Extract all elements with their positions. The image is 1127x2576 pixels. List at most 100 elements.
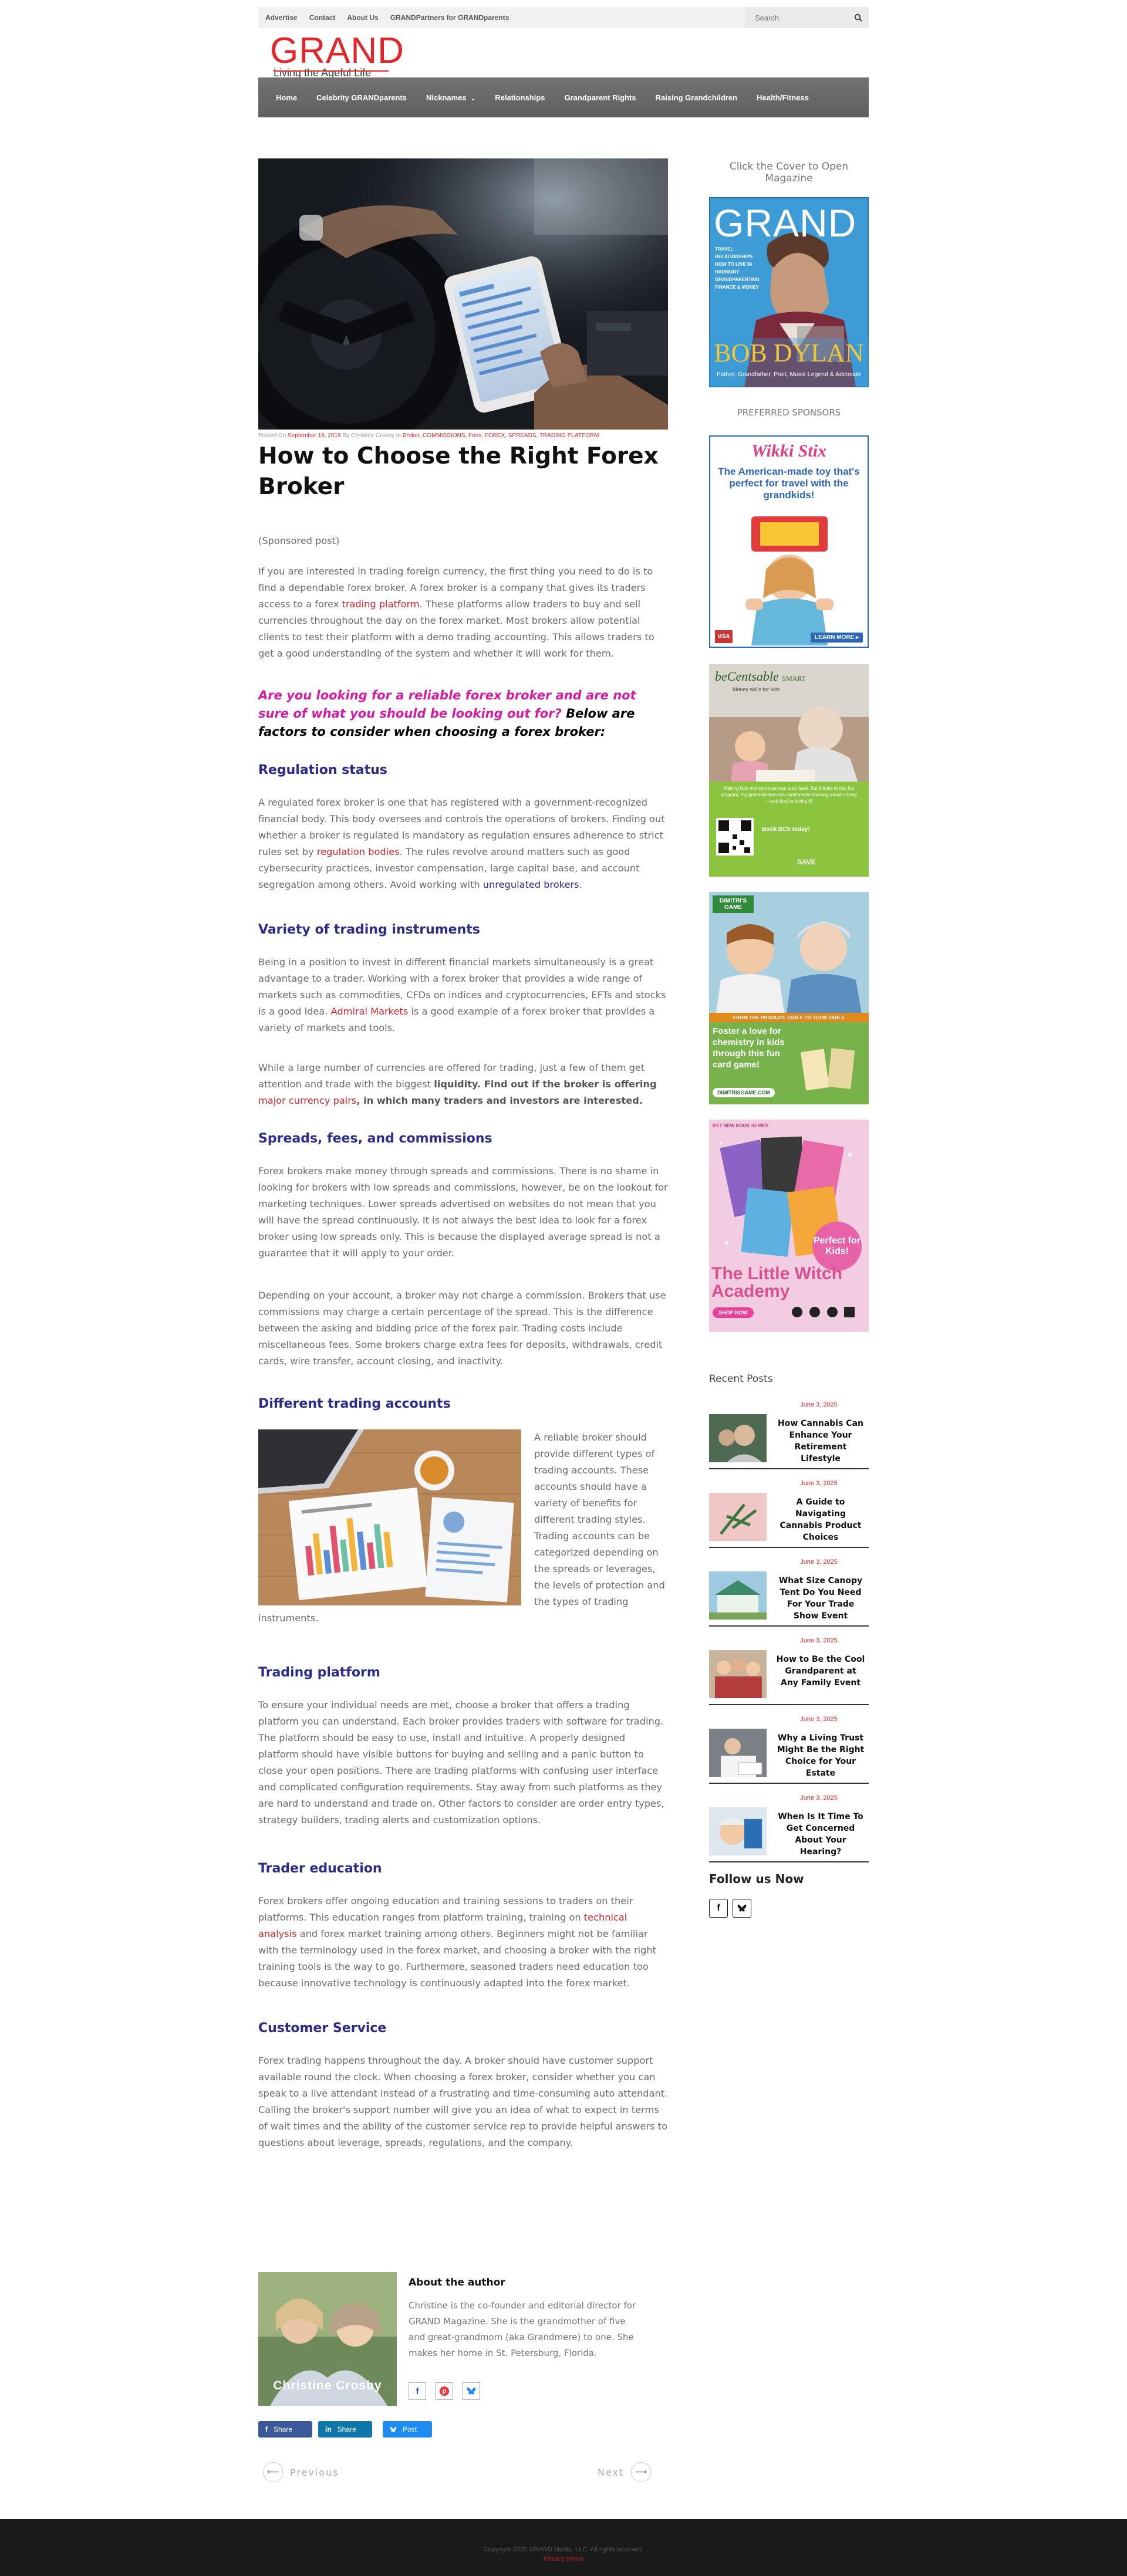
recent-post-title[interactable]: A Guide to Navigating Cannabis Product C… [775,1496,866,1543]
search-input[interactable] [745,7,846,28]
ad-dimitris-brand: DIMITRI'S GAME [713,895,754,913]
search-box [745,7,869,28]
site-footer: Copyright 2025 GRAND Media, LLC. All rig… [0,2519,1127,2576]
cover-item: HOW TO LIVE IN HARMONY [715,262,752,275]
ad-dimitris-game[interactable]: DIMITRI'S GAME FROM THE PRODUCE TABLE TO… [709,892,869,1104]
author-photo: Christine Crosby [258,2272,397,2406]
magazine-cover[interactable]: GRAND TRAVEL RELATIONSHIPS HOW TO LIVE I… [709,197,869,387]
author-heading: About the author [409,2277,505,2288]
facebook-share-button[interactable]: f Share [258,2421,312,2438]
ad-centsable-brand: beCentsable SMART [715,669,806,684]
education-text-b: and forex market training among others. … [258,1928,656,1989]
ad-dimitris-url[interactable]: DIMITRISGAME.COM [713,1088,775,1097]
nav-health-fitness[interactable]: Health/Fitness [757,93,809,102]
regulation-text-c: . [579,879,582,890]
ad-little-witch-academy[interactable]: GET NEW BOOK SERIES Perfect for Kids! Th… [709,1120,869,1332]
recent-post-title[interactable]: How Cannabis Can Enhance Your Retirement… [775,1418,866,1465]
meta-prefix: Posted On [258,432,286,439]
author-bio: Christine is the co-founder and editoria… [409,2300,636,2358]
recent-post-title[interactable]: What Size Canopy Tent Do You Need For Yo… [775,1575,866,1622]
facebook-follow-button[interactable]: f [709,1899,728,1918]
arrow-left-icon: ⟵ [263,2462,283,2482]
ad-wikki-usa-badge: USA [715,630,733,643]
cover-item: TRAVEL [715,246,734,252]
author-facebook-link[interactable]: f [409,2382,426,2400]
about-us-link[interactable]: About Us [347,13,378,22]
recent-post-thumbnail [709,1807,767,1855]
instruments-paragraph: Being in a position to invest in differe… [258,954,668,1036]
author-pinterest-link[interactable]: p [436,2382,453,2400]
admiral-markets-link[interactable]: Admiral Markets [331,1006,409,1017]
recent-post-thumbnail [709,1729,767,1777]
recent-post[interactable]: June 3, 2025 Why a Living Trust Might Be… [709,1716,869,1784]
linkedin-share-label: Share [337,2425,356,2433]
cover-name: BOB DYLAN [714,339,864,367]
ad-centsable-save: SAVE [797,858,816,866]
recent-post-thumbnail [709,1571,767,1620]
nav-raising-grandchildren[interactable]: Raising Grandchildren [656,93,737,102]
author-photo-name: Christine Crosby [273,2379,382,2392]
recent-post-title[interactable]: Why a Living Trust Might Be the Right Ch… [775,1732,866,1779]
liquidity-text-c: , in which many traders and investors ar… [356,1095,643,1106]
heading-instruments: Variety of trading instruments [258,922,480,937]
post-author: By Christine Crosby [342,432,394,439]
customer-service-paragraph: Forex trading happens throughout the day… [258,2055,668,2148]
facebook-icon: f [416,2386,419,2396]
nav-grandparent-rights[interactable]: Grandparent Rights [565,93,636,102]
top-utility-bar: Advertise Contact About Us GRANDPartners… [258,7,869,28]
recent-post[interactable]: June 3, 2025 A Guide to Navigating Canna… [709,1480,869,1548]
grandpartners-link[interactable]: GRANDPartners for GRANDparents [390,13,509,22]
advertise-link[interactable]: Advertise [265,13,298,22]
ad-wikki-cta[interactable]: LEARN MORE ▸ [810,633,863,643]
linkedin-share-button[interactable]: in Share [318,2421,372,2438]
logo-underline [274,70,389,72]
nav-nicknames[interactable]: Nicknames ⌄ [426,93,475,102]
unregulated-brokers-link[interactable]: unregulated brokers [483,879,579,890]
contact-link[interactable]: Contact [309,13,336,22]
next-label: Next [598,2466,625,2478]
cover-caption: Click the Cover to Open Magazine [729,161,849,184]
bluesky-icon [467,2387,476,2395]
post-date[interactable]: September 19, 2019 [288,432,341,439]
nav-home[interactable]: Home [276,93,297,102]
follow-title: Follow us Now [709,1872,804,1886]
bluesky-share-button[interactable]: Post [383,2421,432,2438]
ad-witch-cta[interactable]: SHOP NOW [713,1307,754,1318]
recent-post[interactable]: June 3, 2025 When Is It Time To Get Conc… [709,1794,869,1862]
recent-post-date: June 3, 2025 [800,1716,838,1723]
ad-becentsable[interactable]: beCentsable SMART Money skills for kids … [709,664,869,877]
site-logo[interactable]: GRAND Living the Ageful Life [270,33,404,79]
recent-post-thumbnail [709,1650,767,1698]
nav-relationships[interactable]: Relationships [495,93,545,102]
sponsored-label: (Sponsored post) [258,535,340,546]
chevron-down-icon: ⌄ [470,95,476,102]
cover-item: FINANCE & MONEY [715,285,760,290]
recent-post[interactable]: June 3, 2025 How Cannabis Can Enhance Yo… [709,1401,869,1469]
ad-centsable-cta[interactable]: Book BCS today! [762,826,810,833]
bluesky-follow-button[interactable] [733,1899,751,1918]
trading-platform-paragraph: To ensure your individual needs are met,… [258,1699,664,1825]
trading-platform-link[interactable]: trading platform [342,599,419,610]
cover-subtitle: Father, Grandfather, Poet, Music Legend … [717,371,861,378]
next-post-link[interactable]: Next ⟶ [598,2462,652,2482]
search-button[interactable] [848,7,869,28]
post-meta: Posted On September 19, 2019 By Christin… [258,432,599,439]
author-bluesky-link[interactable] [463,2382,480,2400]
nav-celebrity-grandparents[interactable]: Celebrity GRANDparents [316,93,407,102]
liquidity-text-b: liquidity. Find out if the broker is off… [434,1079,657,1090]
recent-post-title[interactable]: How to Be the Cool Grandparent at Any Fa… [775,1654,866,1689]
regulation-bodies-link[interactable]: regulation bodies [317,846,400,857]
ad-wikki-stix[interactable]: Wikki Stix The American-made toy that's … [709,435,869,648]
spreads-paragraph-2: Depending on your account, a broker may … [258,1290,666,1367]
intro-paragraph: If you are interested in trading foreign… [258,563,668,662]
privacy-policy-link[interactable]: Privacy Policy [0,2555,1127,2563]
previous-post-link[interactable]: ⟵ Previous [263,2462,339,2482]
recent-post-title[interactable]: When Is It Time To Get Concerned About Y… [775,1811,866,1858]
major-currency-pairs-link[interactable]: major currency pairs [258,1095,356,1106]
recent-post[interactable]: June 3, 2025 How to Be the Cool Grandpar… [709,1637,869,1705]
recent-post[interactable]: June 3, 2025 What Size Canopy Tent Do Yo… [709,1559,869,1627]
sponsors-title: PREFERRED SPONSORS [737,407,841,418]
recent-post-date: June 3, 2025 [800,1401,838,1408]
post-categories[interactable]: Broker, COMMISSIONS, Fees, FOREX, SPREAD… [403,432,599,439]
meta-in: In [396,432,401,439]
